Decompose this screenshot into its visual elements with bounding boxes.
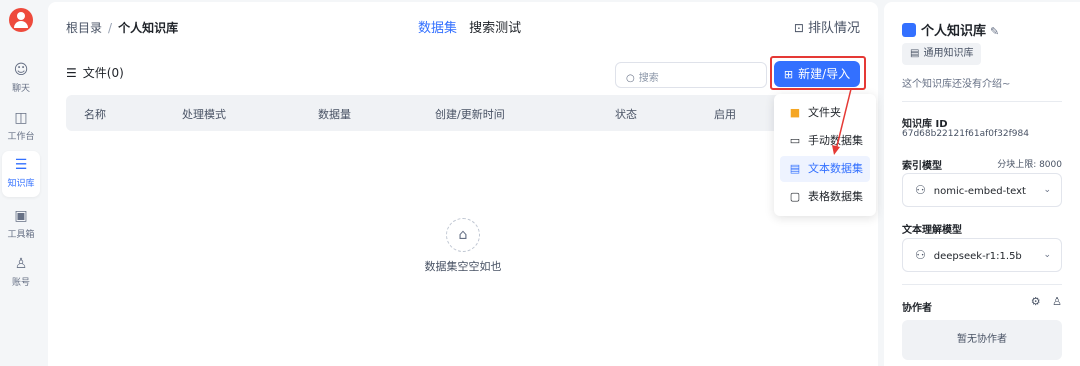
model-icon: ⚇ [915,183,926,197]
divider [902,284,1062,285]
nav-item-knowledge-base[interactable]: ☰ 知识库 [2,151,40,197]
collaborator-actions: ⚙ ♙ [1031,295,1062,308]
chunk-limit: 分块上限: 8000 [997,160,1062,170]
chevron-down-icon: ⌄ [1043,185,1051,195]
edit-icon[interactable]: ✎ [990,25,999,38]
index-model-select[interactable]: ⚇ nomic-embed-text ⌄ [902,173,1062,207]
kb-id-label: 知识库 ID [902,119,948,130]
info-panel: 个人知识库 ✎ ▤ 通用知识库 这个知识库还没有介绍~ 知识库 ID 67d68b2… [884,2,1080,366]
nav-label: 聊天 [11,84,30,94]
left-nav: ☺ 聊天 ◫ 工作台 ☰ 知识库 ▣ 工具箱 ♙ 账号 [0,0,42,366]
avatar[interactable] [9,8,33,32]
settings-icon[interactable]: ⚙ [1031,295,1041,308]
index-model-value: nomic-embed-text [933,186,1026,197]
kb-title: 个人知识库 [921,24,987,39]
nav-label: 知识库 [7,179,35,189]
nav-item-toolbox[interactable]: ▣ 工具箱 [2,202,40,248]
text-model-label: 文本理解模型 [902,225,962,236]
chat-icon: ☺ [13,62,29,78]
no-collaborators: 暂无协作者 [902,320,1062,360]
kb-type-icon: ▤ [910,48,920,59]
annotation-arrow [832,88,852,155]
robot-icon: ◫ [14,110,28,126]
text-model-select[interactable]: ⚇ deepseek-r1:1.5b ⌄ [902,238,1062,272]
user-icon: ♙ [14,256,28,272]
index-model-label: 索引模型 [902,161,942,172]
kb-id-value: 67d68b22121f61af0f32f984 [902,129,1029,139]
collaborators-label: 协作者 [902,303,932,314]
nav-item-account[interactable]: ♙ 账号 [2,250,40,296]
kb-description: 这个知识库还没有介绍~ [902,79,1011,90]
nav-label: 账号 [11,278,30,288]
kb-icon [902,23,916,37]
chevron-down-icon: ⌄ [1043,250,1051,260]
nav-item-chat[interactable]: ☺ 聊天 [2,56,40,102]
kb-title-row: 个人知识库 ✎ [902,20,999,39]
toolbox-icon: ▣ [14,208,28,224]
text-model-value: deepseek-r1:1.5b [933,251,1022,262]
kb-type-badge: ▤ 通用知识库 [902,43,982,65]
main-panel: 根目录 / 个人知识库 数据集 搜索测试 ⊡ 排队情况 ☰ 文件(0) ○ 搜索 ⊞ 新建/… [48,2,878,366]
nav-label: 工具箱 [7,230,35,240]
database-icon: ☰ [14,157,28,173]
kb-type-label: 通用知识库 [923,48,974,59]
model-icon: ⚇ [915,248,926,262]
nav-label: 工作台 [7,132,35,142]
add-user-icon[interactable]: ♙ [1052,295,1062,308]
nav-item-workspace[interactable]: ◫ 工作台 [2,104,40,150]
divider [902,101,1062,102]
